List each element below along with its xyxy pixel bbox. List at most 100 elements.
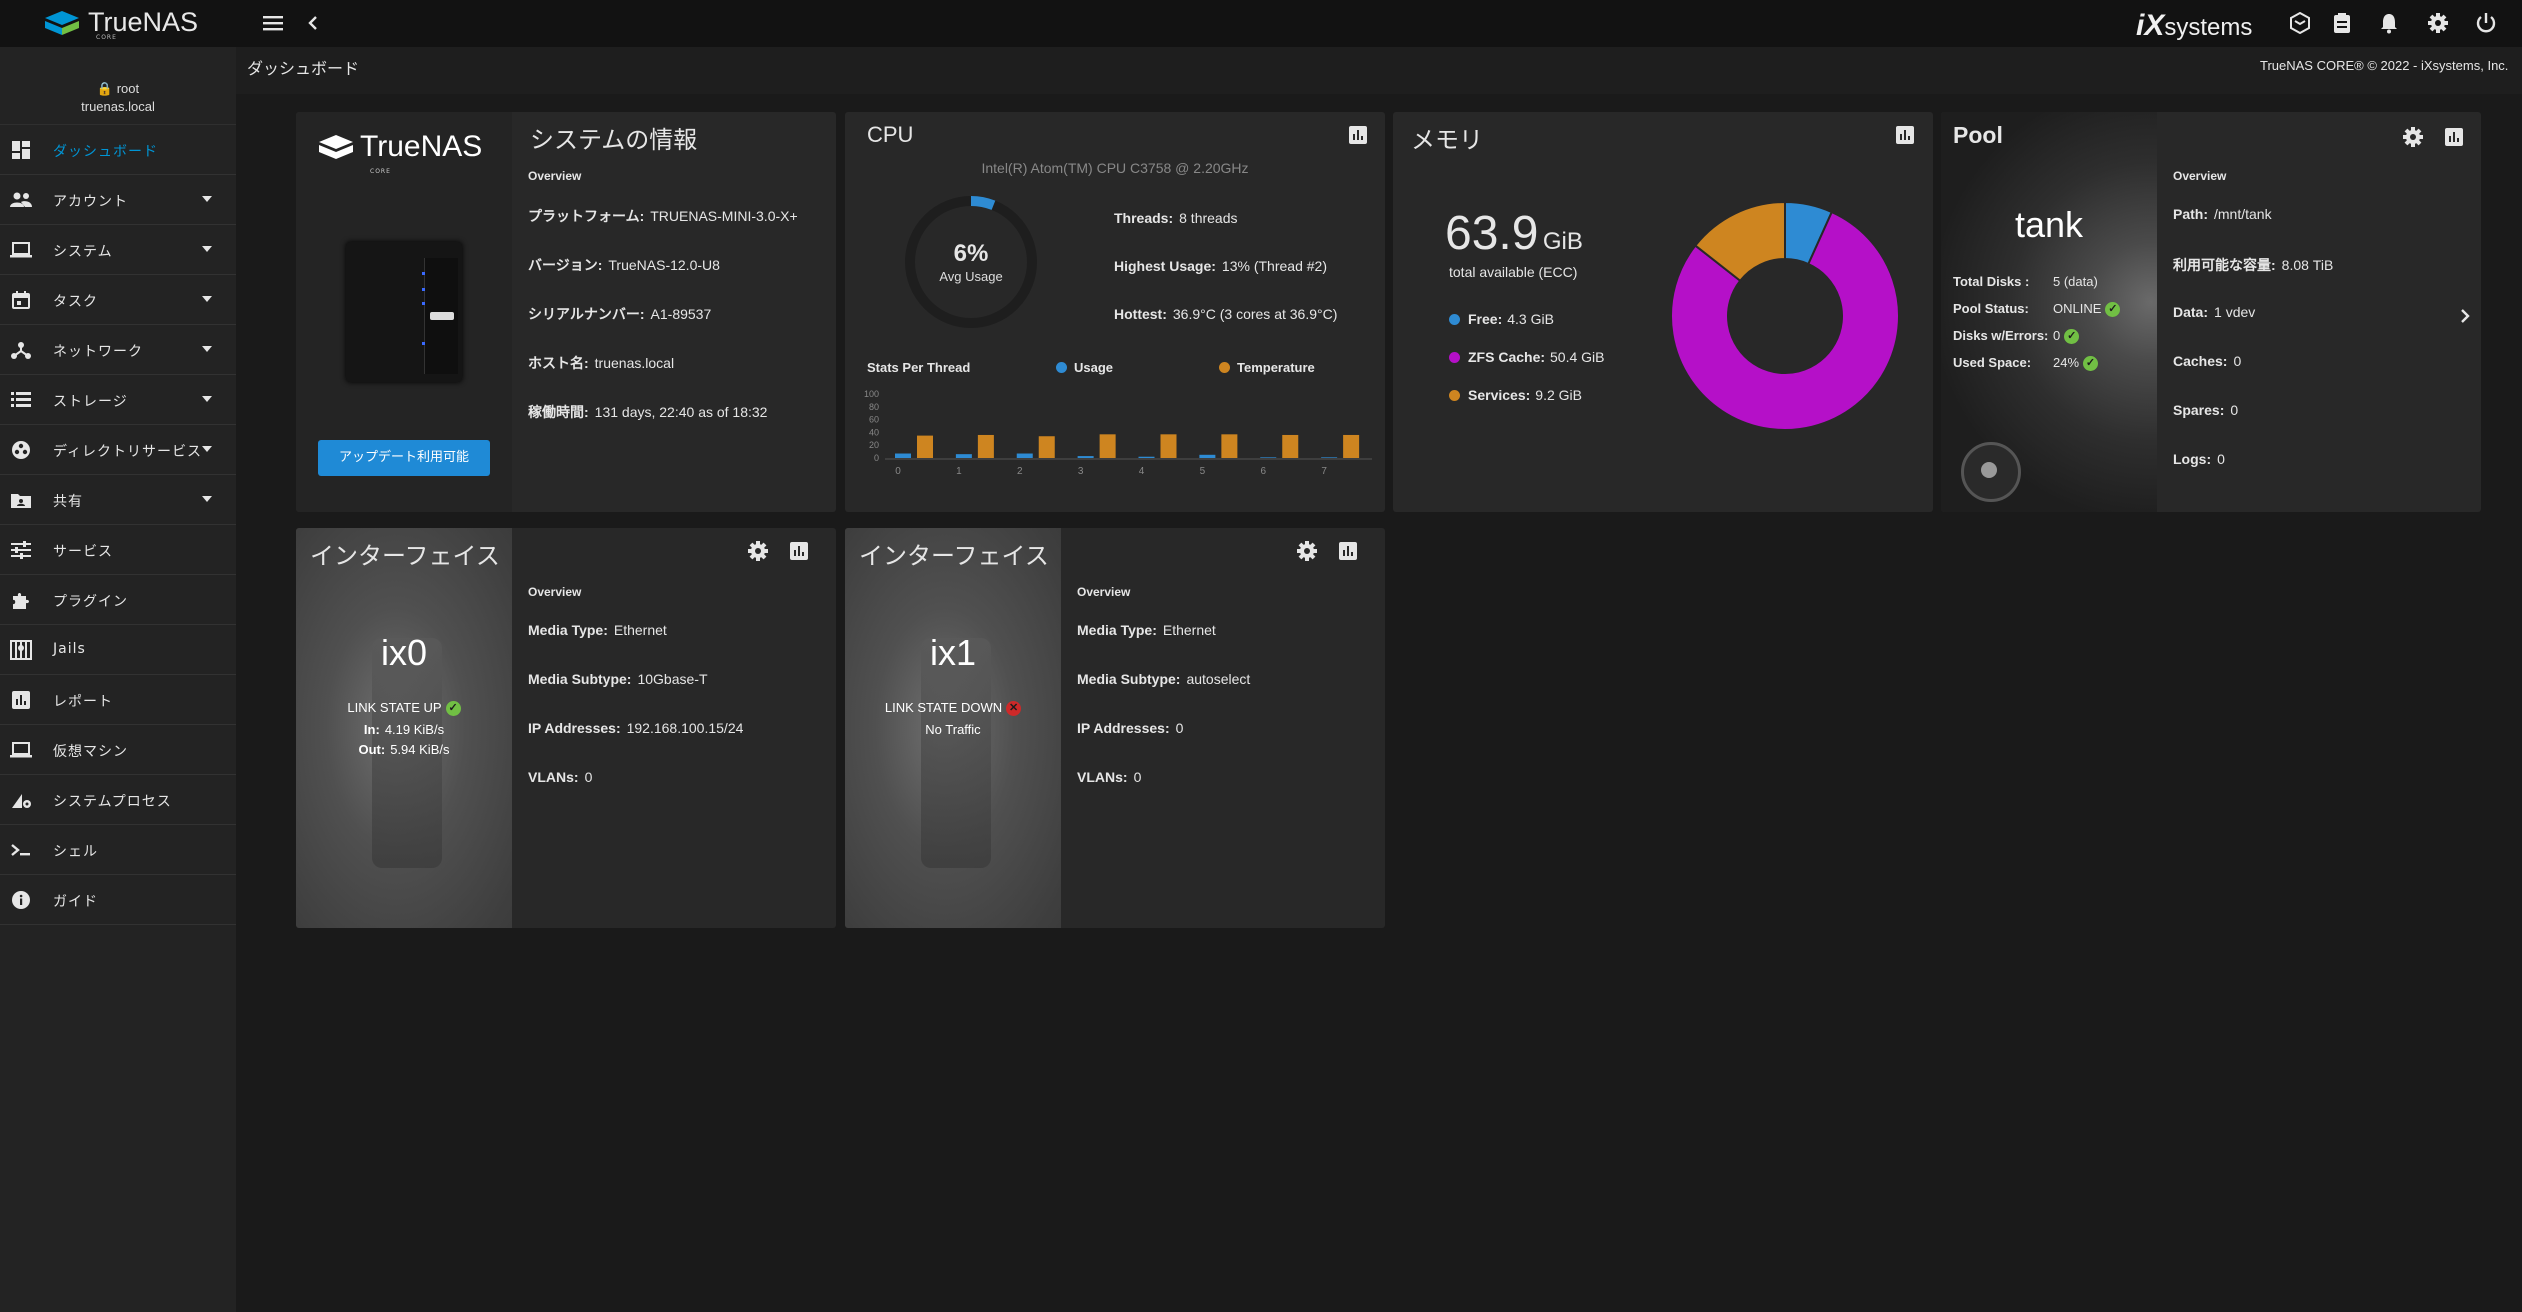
tune-icon — [10, 539, 32, 561]
bar-usage-6 — [1260, 457, 1277, 458]
legend-value: 9.2 GiB — [1535, 387, 1582, 403]
chevron-down-icon[interactable] — [202, 296, 212, 302]
lock-icon: 🔒 — [96, 81, 114, 96]
sidebar-item-label: システムプロセス — [53, 794, 172, 810]
x-tick-label: 5 — [1200, 466, 1206, 477]
directory-icon — [10, 439, 32, 461]
info-row: Media Type: Ethernet — [528, 622, 667, 638]
ixsystems-logo[interactable]: iXsystems — [2136, 9, 2252, 43]
sidebar-item-storage-list[interactable]: ストレージ — [0, 375, 236, 425]
bell-icon[interactable] — [2376, 10, 2402, 36]
memory-total-label: total available (ECC) — [1449, 264, 1578, 280]
info-value: 0 — [2230, 402, 2239, 418]
chevron-down-icon[interactable] — [202, 196, 212, 202]
sidebar-item-dashboard[interactable]: ダッシュボード — [0, 125, 236, 175]
hardware-image — [346, 242, 462, 382]
info-value: ONLINE — [2053, 301, 2102, 316]
info-row: 稼働時間: 131 days, 22:40 as of 18:32 — [528, 402, 767, 422]
directory-services-icon[interactable] — [2329, 10, 2355, 36]
info-key: 稼働時間: — [528, 404, 589, 420]
legend-usage-label: Usage — [1074, 360, 1114, 375]
pool-settings-icon[interactable] — [2401, 125, 2425, 149]
menu-icon[interactable] — [260, 10, 286, 36]
sidebar-item-folder-share[interactable]: 共有 — [0, 475, 236, 525]
sidebar-item-terminal[interactable]: シェル — [0, 825, 236, 875]
folder-share-icon — [10, 489, 32, 511]
info-value: 5 (data) — [2053, 274, 2098, 289]
update-available-button[interactable]: アップデート利用可能 — [318, 440, 490, 476]
sidebar-item-label: タスク — [53, 294, 98, 310]
legend-usage-dot — [1056, 362, 1067, 373]
interface-settings-icon[interactable] — [746, 539, 770, 563]
sidebar-item-label: シェル — [53, 844, 98, 860]
sidebar: 🔒 root truenas.local ダッシュボード アカウント システム タスク… — [0, 47, 236, 1312]
traffic-in-value: 4.19 KiB/s — [384, 722, 445, 737]
info-value: 13% (Thread #2) — [1221, 258, 1327, 274]
info-row: Path: /mnt/tank — [2173, 206, 2272, 222]
sidebar-item-puzzle[interactable]: プラグイン — [0, 575, 236, 625]
info-value: /mnt/tank — [2214, 206, 2272, 222]
jail-icon — [10, 639, 32, 661]
sidebar-item-network[interactable]: ネットワーク — [0, 325, 236, 375]
page-title: ダッシュボード — [247, 59, 360, 78]
interface-report-icon[interactable] — [1336, 539, 1360, 563]
info-key: Used Space: — [1953, 355, 2032, 370]
sidebar-item-tune[interactable]: サービス — [0, 525, 236, 575]
sidebar-item-label: 仮想マシン — [53, 744, 128, 760]
sidebar-item-info[interactable]: ガイド — [0, 875, 236, 925]
info-icon — [10, 889, 32, 911]
info-key: VLANs: — [528, 769, 579, 785]
power-icon[interactable] — [2473, 10, 2499, 36]
info-value: 0 — [1175, 720, 1184, 736]
gear-icon[interactable] — [2425, 10, 2451, 36]
interface-overview-label: Overview — [1077, 585, 1131, 599]
legend-dot — [1449, 352, 1460, 363]
cpu-model: Intel(R) Atom(TM) CPU C3758 @ 2.20GHz — [981, 160, 1249, 176]
interface-report-icon[interactable] — [787, 539, 811, 563]
cpu-report-icon[interactable] — [1346, 123, 1370, 147]
chevron-down-icon[interactable] — [202, 446, 212, 452]
info-row: バージョン: TrueNAS-12.0-U8 — [528, 255, 720, 275]
sidebar-item-laptop[interactable]: システム — [0, 225, 236, 275]
memory-card: メモリ 63.9 GiB total available (ECC) Free:… — [1393, 112, 1933, 512]
bar-usage-3 — [1077, 456, 1094, 458]
sysinfo-logo: TrueNAS — [318, 130, 482, 164]
interface-name: ix0 — [380, 632, 428, 673]
info-value: 0 — [2217, 451, 2225, 467]
laptop-icon — [10, 239, 32, 261]
dashboard-icon — [10, 139, 32, 161]
chevron-down-icon[interactable] — [202, 496, 212, 502]
info-value: 24% — [2053, 355, 2080, 370]
memory-legend-item: ZFS Cache: 50.4 GiB — [1449, 349, 1605, 365]
truenas-logo[interactable]: TrueNAS CORE — [44, 6, 198, 41]
sidebar-item-label: プラグイン — [53, 594, 128, 610]
sidebar-item-people[interactable]: アカウント — [0, 175, 236, 225]
chevron-down-icon[interactable] — [202, 396, 212, 402]
chevron-left-icon[interactable] — [300, 10, 326, 36]
truecommand-icon[interactable] — [2287, 10, 2313, 36]
interface-settings-icon[interactable] — [1295, 539, 1319, 563]
link-state-label: LINK STATE UP — [347, 700, 442, 715]
cpu-avg-value: 6% — [953, 240, 989, 267]
info-key: Media Subtype: — [528, 671, 632, 687]
cpu-thread-chart: 100 80 60 40 20 0 0 1 2 3 4 5 6 7 — [864, 389, 1372, 477]
chevron-down-icon[interactable] — [202, 346, 212, 352]
sidebar-item-calendar[interactable]: タスク — [0, 275, 236, 325]
sidebar-item-jail[interactable]: Jails — [0, 625, 236, 675]
nav-list: ダッシュボードアカウントシステムタスクネットワークストレージ ディレクトリサービス… — [0, 125, 236, 925]
pool-report-icon[interactable] — [2442, 125, 2466, 149]
sidebar-item-chart[interactable]: レポート — [0, 675, 236, 725]
sysinfo-brand-sub: CORE — [370, 168, 391, 175]
x-tick-label: 2 — [1017, 466, 1023, 477]
sidebar-item-label: アカウント — [53, 194, 128, 210]
memory-report-icon[interactable] — [1893, 123, 1917, 147]
pool-overview-label: Overview — [2173, 169, 2227, 183]
error-icon: ✕ — [1006, 701, 1022, 717]
chevron-right-icon[interactable] — [2453, 304, 2477, 328]
sidebar-item-computer[interactable]: 仮想マシン — [0, 725, 236, 775]
sidebar-item-process[interactable]: システムプロセス — [0, 775, 236, 825]
bar-usage-7 — [1321, 457, 1338, 458]
chevron-down-icon[interactable] — [202, 246, 212, 252]
sidebar-item-directory[interactable]: ディレクトリサービス — [0, 425, 236, 475]
sidebar-item-label: ネットワーク — [53, 344, 143, 360]
